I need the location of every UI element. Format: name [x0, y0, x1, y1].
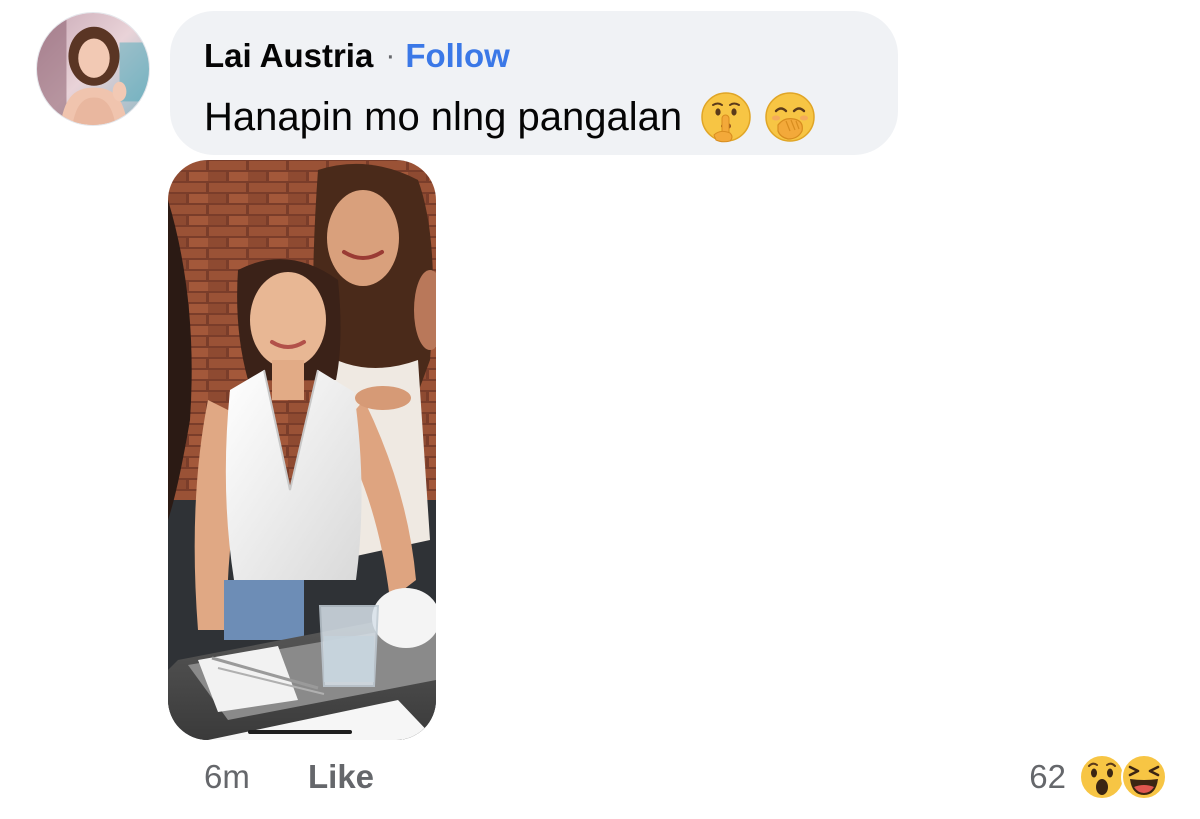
author-avatar[interactable]	[36, 12, 150, 126]
comment-body: Hanapin mo nlng pangalan	[204, 89, 862, 145]
follow-button[interactable]: Follow	[405, 35, 509, 77]
comment-thread: Lai Austria · Follow Hanapin mo nlng pan…	[0, 0, 1200, 819]
comment-bubble: Lai Austria · Follow Hanapin mo nlng pan…	[170, 11, 898, 155]
face-with-hand-over-mouth-icon	[764, 91, 816, 143]
comment-timestamp[interactable]: 6m	[204, 756, 250, 798]
attached-photo	[168, 160, 436, 740]
reaction-summary[interactable]: 62	[1029, 753, 1168, 801]
reaction-count: 62	[1029, 758, 1066, 795]
author-name[interactable]: Lai Austria	[204, 35, 373, 77]
separator-dot: ·	[385, 39, 396, 72]
wow-reaction-icon	[1078, 753, 1126, 801]
haha-reaction-icon	[1120, 753, 1168, 801]
comment-header: Lai Austria · Follow	[204, 35, 862, 77]
comment-text: Hanapin mo nlng pangalan	[204, 95, 683, 139]
photo-attachment[interactable]	[168, 160, 436, 740]
avatar-image	[37, 13, 149, 125]
shushing-face-icon	[700, 91, 752, 143]
like-button[interactable]: Like	[308, 756, 374, 798]
